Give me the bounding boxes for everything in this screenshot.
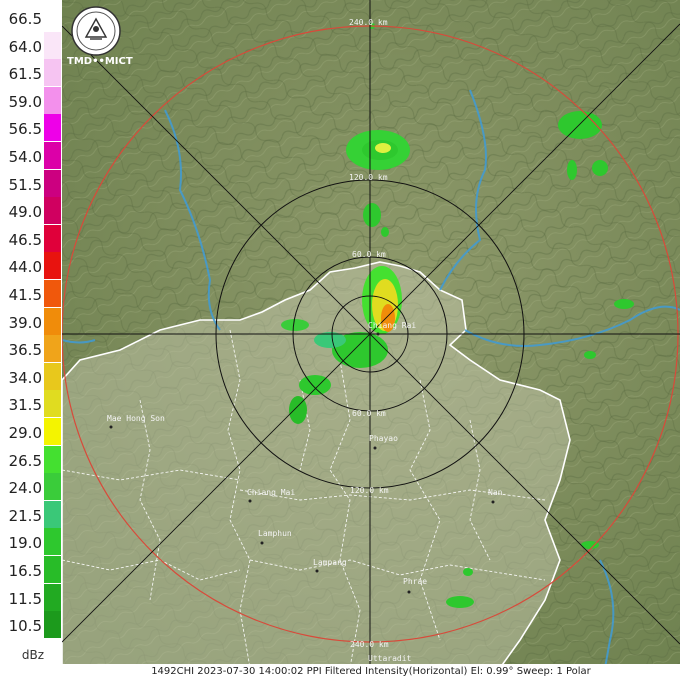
legend-row: 11.5 [0, 583, 62, 611]
ring-label-120-south: 120.0 km [350, 486, 389, 495]
legend-unit: dBz [21, 648, 44, 662]
legend-label: 10.5 [8, 617, 42, 636]
legend-label: 51.5 [8, 175, 42, 194]
legend-swatch [44, 528, 61, 556]
legend-label: 66.5 [8, 10, 42, 28]
legend-row: 10.5 [0, 611, 62, 639]
legend-swatch [44, 583, 61, 611]
legend-swatch [44, 114, 61, 142]
legend-swatch [44, 224, 61, 252]
legend-swatch [44, 197, 61, 225]
legend-label: 11.5 [8, 589, 42, 608]
legend-label: 34.0 [8, 368, 42, 387]
ring-label-240-north: 240.0 km [349, 18, 388, 27]
place-nan: Nan [488, 488, 503, 497]
legend-label: 24.0 [8, 479, 42, 498]
legend-row: 24.0 [0, 473, 62, 501]
logo-text: TMD••MICT [67, 56, 133, 67]
legend-row: 26.5 [0, 445, 62, 473]
legend-row: 39.0 [0, 307, 62, 335]
legend-swatch [44, 335, 61, 363]
status-footer: 1492CHI 2023-07-30 14:00:02 PPI Filtered… [62, 664, 680, 680]
place-phrae: Phrae [403, 577, 427, 586]
ring-label-240-south: 240.0 km [350, 640, 389, 649]
legend-row: 56.5 [0, 114, 62, 142]
legend-label: 26.5 [8, 451, 42, 470]
legend-label: 29.0 [8, 424, 42, 442]
legend-swatch [44, 252, 61, 280]
legend-label: 21.5 [8, 506, 42, 525]
place-uttaradit: Uttaradit [368, 654, 412, 663]
legend-row: 64.0 [0, 31, 62, 59]
legend-swatch [44, 59, 61, 87]
legend-swatch [44, 4, 61, 31]
legend-label: 36.5 [8, 341, 42, 360]
place-chiang-rai: Chiang Rai [368, 321, 416, 330]
radar-map[interactable]: 240.0 km 120.0 km 60.0 km 60.0 km 120.0 … [62, 0, 680, 668]
ring-label-60-north: 60.0 km [352, 250, 386, 259]
legend-row: 21.5 [0, 500, 62, 528]
legend-swatch [44, 280, 61, 307]
legend-row: 61.5 [0, 59, 62, 87]
ring-label-120-north: 120.0 km [349, 173, 388, 182]
legend-label: 54.0 [8, 148, 42, 166]
legend-row: 54.0 [0, 142, 62, 169]
legend-row: 34.0 [0, 362, 62, 390]
place-lampang: Lampang [313, 558, 347, 567]
legend-label: 39.0 [8, 313, 42, 332]
place-mae-hong-son: Mae Hong Son [107, 414, 165, 423]
legend-row: 36.5 [0, 335, 62, 363]
legend-row: 16.5 [0, 556, 62, 583]
legend-row: 46.5 [0, 224, 62, 252]
legend-row: 66.5 [0, 4, 62, 31]
legend-label: 59.0 [8, 92, 42, 111]
legend-swatch [44, 445, 61, 473]
legend-swatch [44, 611, 61, 639]
legend-row: 29.0 [0, 418, 62, 445]
place-lamphun: Lamphun [258, 529, 292, 538]
legend-label: 44.0 [8, 258, 42, 277]
legend-swatch [44, 500, 61, 528]
legend-swatch [44, 390, 61, 418]
legend-swatch [44, 169, 61, 197]
legend-swatch [44, 86, 61, 114]
legend-label: 16.5 [8, 562, 42, 580]
legend-row: 41.5 [0, 280, 62, 307]
legend-swatch [44, 362, 61, 390]
legend-label: 31.5 [8, 396, 42, 415]
tmd-logo-icon [71, 6, 121, 56]
legend-label: 41.5 [8, 286, 42, 304]
legend-row: 59.0 [0, 86, 62, 114]
legend-label: 61.5 [8, 65, 42, 84]
legend-label: 46.5 [8, 230, 42, 249]
legend-row: 19.0 [0, 528, 62, 556]
legend-row: 44.0 [0, 252, 62, 280]
legend-swatch [44, 556, 61, 583]
legend-swatch [44, 31, 61, 59]
place-phayao: Phayao [369, 434, 398, 443]
legend-label: 19.0 [8, 534, 42, 553]
legend-label: 56.5 [8, 120, 42, 139]
ring-label-60-south: 60.0 km [352, 409, 386, 418]
legend-row: 49.0 [0, 197, 62, 225]
legend-swatch [44, 418, 61, 445]
legend-swatch [44, 473, 61, 501]
legend: 66.5 64.0 61.5 59.0 56.5 54.0 51.5 49.0 46.5 44.0… [0, 0, 62, 680]
legend-row: 51.5 [0, 169, 62, 197]
place-chiang-mai: Chiang Mai [247, 488, 295, 497]
legend-label: 64.0 [8, 37, 42, 56]
legend-row: 31.5 [0, 390, 62, 418]
legend-swatch [44, 307, 61, 335]
legend-swatch [44, 142, 61, 169]
legend-label: 49.0 [8, 203, 42, 222]
